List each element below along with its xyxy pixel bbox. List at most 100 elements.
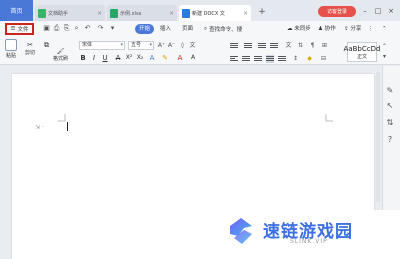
watermark-url: SLINK.VIP xyxy=(290,238,328,245)
subscript-icon[interactable]: X₂ xyxy=(136,54,144,62)
align-left-icon[interactable] xyxy=(230,55,238,63)
bullet-list-icon[interactable] xyxy=(230,42,238,50)
menu-tab-start[interactable]: 开始 xyxy=(135,24,155,34)
shading-icon[interactable]: ◆ xyxy=(305,54,314,63)
font-size-select[interactable]: 五号 ▾ xyxy=(128,41,154,50)
increase-indent-icon[interactable] xyxy=(270,42,278,50)
align-right-icon[interactable] xyxy=(254,55,262,63)
sync-label: 未同步 xyxy=(294,26,311,32)
cut-label: 剪切 xyxy=(25,50,36,56)
tab-home[interactable]: 首页 xyxy=(0,0,33,21)
line-spacing-icon[interactable]: ↕ xyxy=(291,54,300,63)
styles-more-icon[interactable]: ▾ xyxy=(380,52,389,61)
style-preview: AaBbCcDd xyxy=(343,44,381,53)
font-size-value: 五号 xyxy=(131,42,142,48)
more-icon[interactable]: ⋮ xyxy=(368,24,374,34)
chevron-down-icon: ▾ xyxy=(120,42,123,48)
cloud-icon: ☁ xyxy=(287,26,293,32)
wps-writer-icon xyxy=(182,8,190,18)
strikethrough-icon[interactable]: A xyxy=(114,54,122,62)
help-icon[interactable]: ? xyxy=(385,135,395,145)
chinese-layout-icon[interactable]: 文 xyxy=(284,41,293,50)
superscript-icon[interactable]: X² xyxy=(125,54,133,62)
italic-icon[interactable]: I xyxy=(90,54,98,62)
wps-writer-icon xyxy=(38,8,46,18)
margin-corner-icon xyxy=(58,114,66,122)
increase-font-icon[interactable]: A⁺ xyxy=(157,41,166,50)
search-icon: ⌕ xyxy=(204,25,208,32)
show-marks-icon[interactable]: ¶ xyxy=(308,41,317,50)
print-preview-icon[interactable]: ⌕ xyxy=(72,24,81,33)
close-icon[interactable]: × xyxy=(243,10,248,17)
paste-button[interactable]: 粘贴 xyxy=(5,39,17,59)
decrease-indent-icon[interactable] xyxy=(258,42,266,50)
command-search[interactable]: ⌕ 查找命令、搜 xyxy=(204,24,266,34)
pen-icon[interactable]: ✎ xyxy=(385,86,395,96)
command-search-label: 查找命令、搜 xyxy=(209,27,243,33)
highlight-icon[interactable]: ✎ xyxy=(161,54,169,62)
format-painter-button[interactable]: 🖌 格式刷 xyxy=(53,48,68,62)
sync-button[interactable]: ☁ 未同步 xyxy=(287,24,311,34)
justify-icon[interactable] xyxy=(266,55,274,63)
redo-icon[interactable]: ↷ xyxy=(96,24,105,33)
minimize-icon[interactable]: – xyxy=(360,5,370,17)
print-icon[interactable]: ⎘ xyxy=(62,24,71,33)
border-style-icon[interactable]: ⊟ xyxy=(319,54,328,63)
undo-icon[interactable]: ↶ xyxy=(83,24,92,33)
tab-document-1[interactable]: 文档助手 × xyxy=(35,5,105,21)
share-button[interactable]: ⇪ 分享 xyxy=(344,24,361,34)
hamburger-icon: ☰ xyxy=(10,26,16,32)
collaborate-button[interactable]: ♟ 协作 xyxy=(318,24,336,34)
collapse-ribbon-icon[interactable]: ⌃ xyxy=(382,24,387,34)
close-icon[interactable]: × xyxy=(169,10,174,17)
tab-document-3[interactable]: 新建 DOCX 文 × xyxy=(179,5,251,21)
paste-label: 粘贴 xyxy=(5,53,16,59)
distributed-icon[interactable] xyxy=(278,55,286,63)
format-painter-label: 格式刷 xyxy=(53,56,69,62)
underline-icon[interactable]: U xyxy=(101,54,109,62)
sort-icon[interactable]: ⇅ xyxy=(296,41,305,50)
close-icon[interactable]: × xyxy=(97,10,102,17)
vertical-scrollbar[interactable] xyxy=(376,72,380,202)
text-cursor xyxy=(67,122,68,131)
copy-button[interactable]: ⧉ xyxy=(44,41,49,50)
close-window-icon[interactable]: × xyxy=(386,5,396,17)
numbered-list-icon[interactable] xyxy=(244,42,252,50)
share-icon: ⇪ xyxy=(344,26,349,32)
login-button[interactable]: 访客登录 xyxy=(318,6,356,17)
clear-format-icon[interactable]: ◊ xyxy=(178,41,187,50)
text-effect-icon[interactable]: A xyxy=(148,54,156,62)
file-menu-label: 文件 xyxy=(17,27,29,33)
font-family-value: 宋体 xyxy=(82,42,93,48)
char-border-icon[interactable]: A xyxy=(189,54,197,62)
margin-corner-icon xyxy=(325,114,333,122)
pinyin-icon[interactable]: 文 xyxy=(188,41,197,50)
collaborate-label: 协作 xyxy=(324,26,336,32)
cut-button[interactable]: ✂ 剪切 xyxy=(25,41,35,56)
align-center-icon[interactable] xyxy=(242,55,250,63)
chevron-down-icon: ▾ xyxy=(149,42,152,48)
font-color-icon[interactable]: A xyxy=(176,54,184,62)
tab-document-2[interactable]: 示例.xlsx × xyxy=(107,5,177,21)
brush-icon: 🖌 xyxy=(56,48,65,55)
font-family-select[interactable]: 宋体 ▾ xyxy=(79,41,125,50)
menu-tab-page[interactable]: 页面 xyxy=(182,24,193,34)
style-normal[interactable]: AaBbCcDd 正文 xyxy=(344,42,380,62)
add-tab-button[interactable]: + xyxy=(257,7,267,17)
save-icon[interactable]: ▣ xyxy=(42,24,51,33)
file-menu-button[interactable]: ☰ 文件 xyxy=(5,23,34,35)
borders-icon[interactable]: ⊞ xyxy=(320,41,329,50)
vertical-ruler xyxy=(0,66,12,259)
export-pdf-icon[interactable]: ⎙ xyxy=(52,24,61,33)
decrease-font-icon[interactable]: A⁻ xyxy=(167,41,176,50)
adjust-icon[interactable]: ⇅ xyxy=(385,118,395,128)
menu-tab-insert[interactable]: 插入 xyxy=(160,24,171,34)
maximize-icon[interactable]: □ xyxy=(373,5,383,17)
bold-icon[interactable]: B xyxy=(79,54,87,62)
select-cursor-icon[interactable]: ↖ xyxy=(385,101,395,111)
tab-label: 文档助手 xyxy=(48,10,69,17)
paragraph-handle-icon[interactable]: ⇲ · xyxy=(35,124,44,131)
quick-access-more-icon[interactable]: ▾ xyxy=(108,24,117,33)
share-label: 分享 xyxy=(350,26,362,32)
styles-scroll-icon[interactable]: ⌃ xyxy=(380,42,389,51)
